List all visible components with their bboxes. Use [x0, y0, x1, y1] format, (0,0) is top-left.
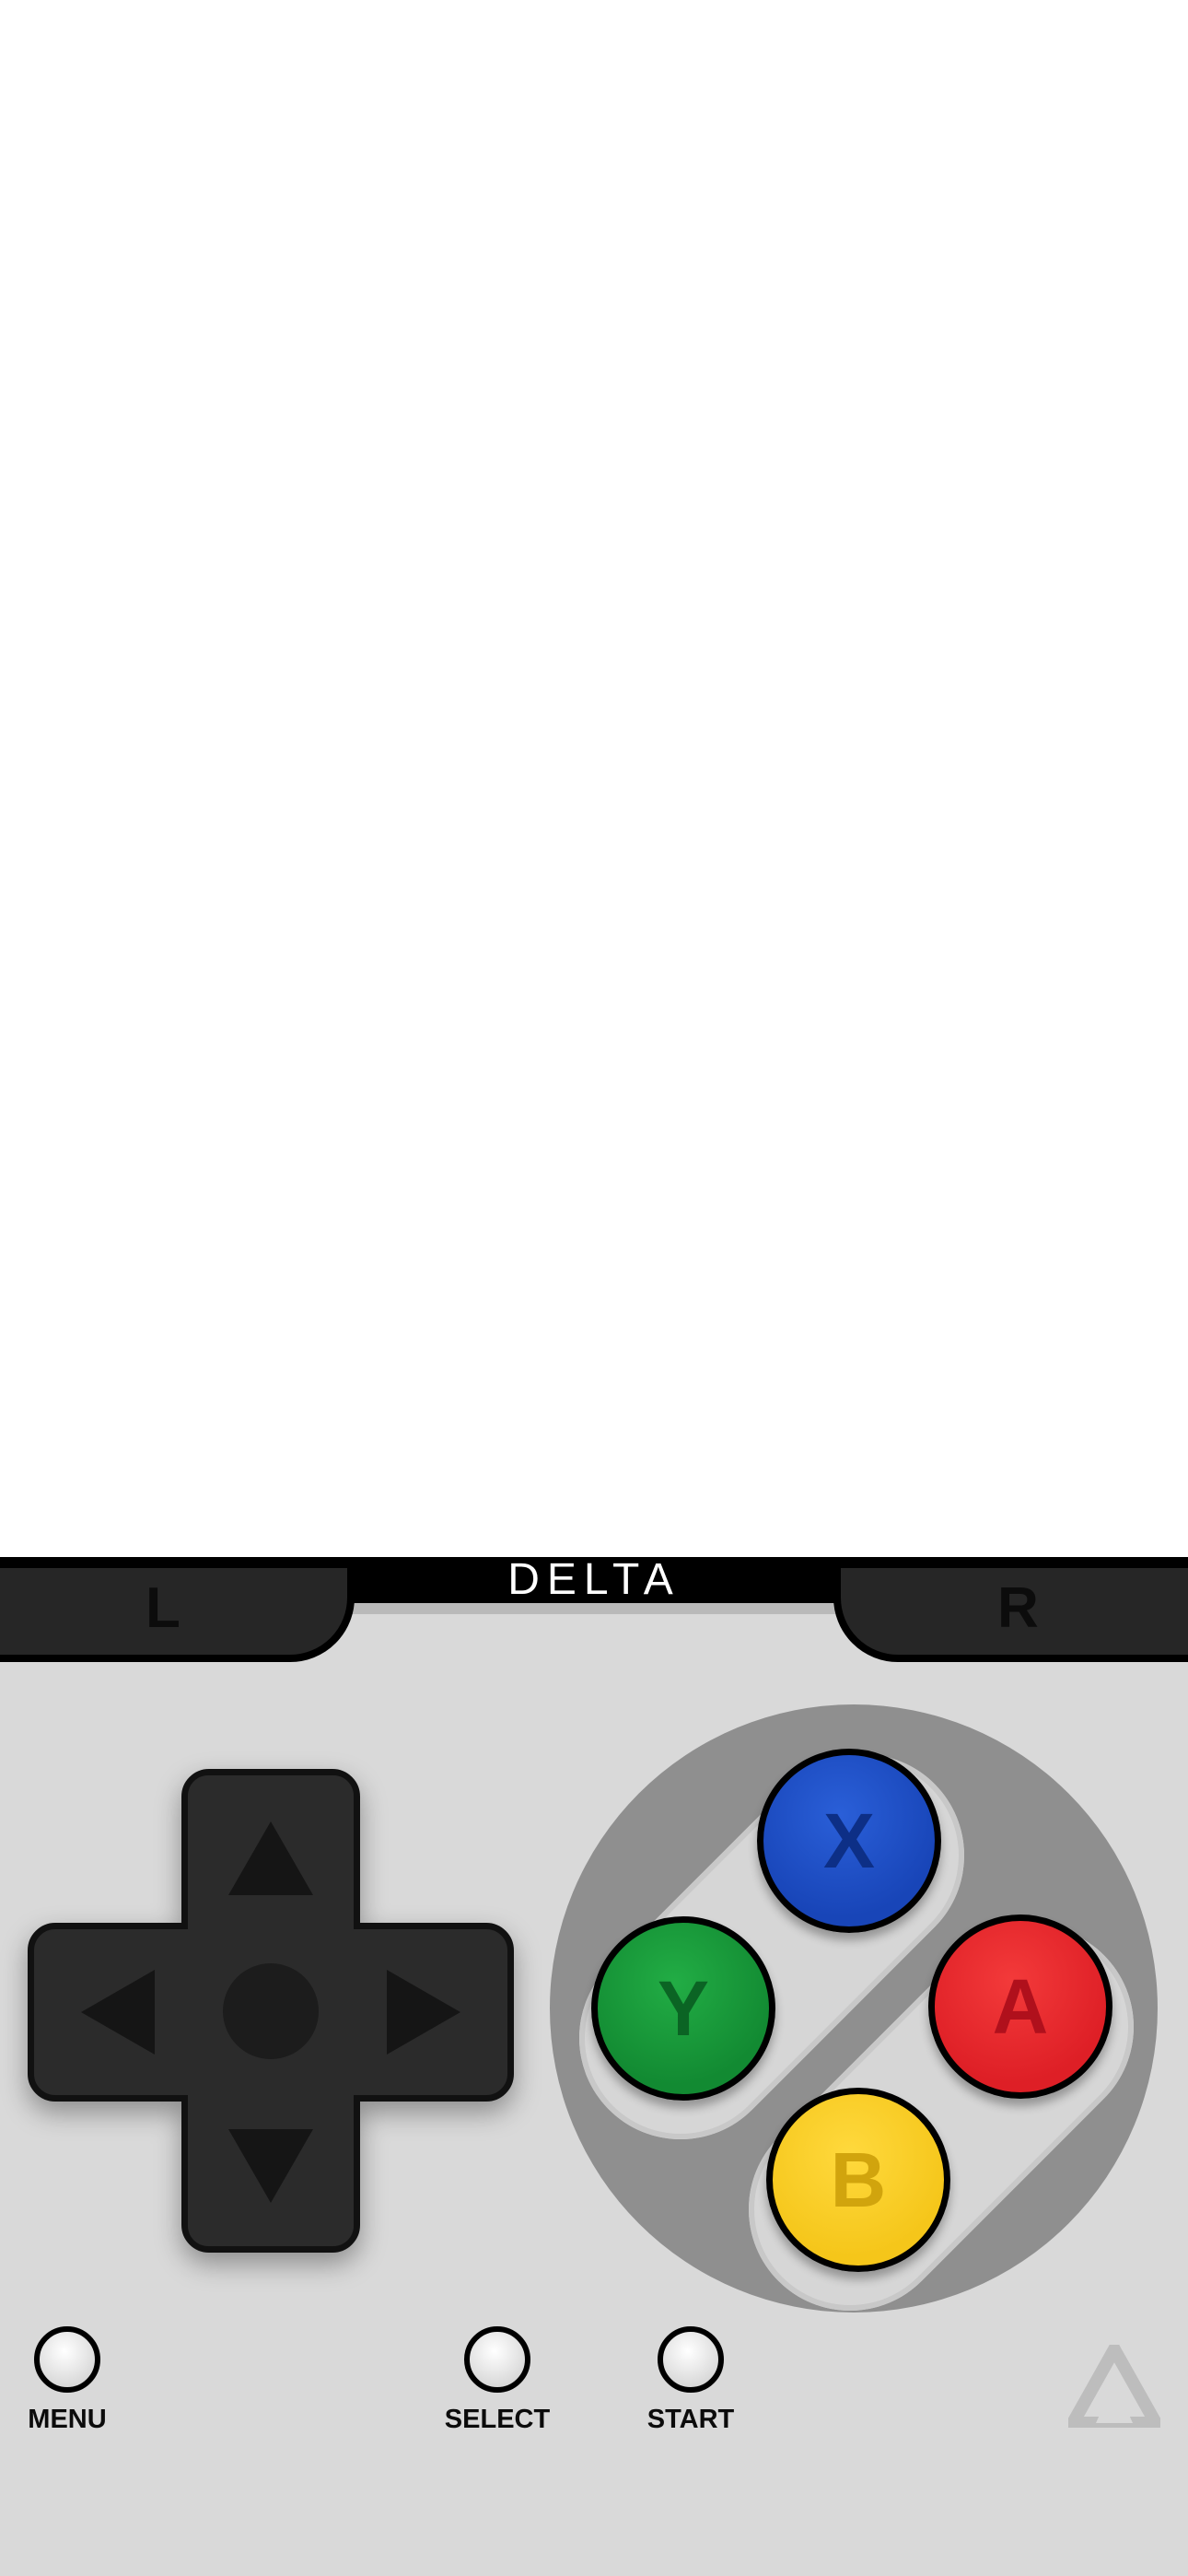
menu-label: MENU — [28, 2405, 107, 2434]
start-button[interactable] — [658, 2326, 724, 2393]
dpad-right-icon[interactable] — [387, 1970, 460, 2055]
l-shoulder-button[interactable]: L — [0, 1561, 355, 1662]
r-label: R — [997, 1576, 1039, 1640]
top-divider — [332, 1603, 856, 1614]
select-label: SELECT — [444, 2405, 551, 2434]
dpad-left-icon[interactable] — [81, 1970, 155, 2055]
l-label: L — [146, 1576, 181, 1640]
dpad[interactable] — [28, 1769, 514, 2253]
r-shoulder-button[interactable]: R — [833, 1561, 1188, 1662]
controller-skin: DELTA L R X Y A B MENU SELECT START — [0, 1557, 1188, 2576]
dpad-down-icon[interactable] — [228, 2129, 313, 2203]
a-button[interactable]: A — [928, 1914, 1112, 2099]
dpad-up-icon[interactable] — [228, 1821, 313, 1895]
x-button[interactable]: X — [757, 1749, 941, 1933]
delta-logo-icon — [1068, 2345, 1160, 2428]
start-label: START — [646, 2405, 735, 2434]
y-button[interactable]: Y — [591, 1916, 775, 2101]
dpad-center — [223, 1963, 319, 2059]
game-screen — [0, 0, 1188, 1557]
select-button[interactable] — [464, 2326, 530, 2393]
b-button[interactable]: B — [766, 2088, 950, 2272]
menu-button[interactable] — [34, 2326, 100, 2393]
